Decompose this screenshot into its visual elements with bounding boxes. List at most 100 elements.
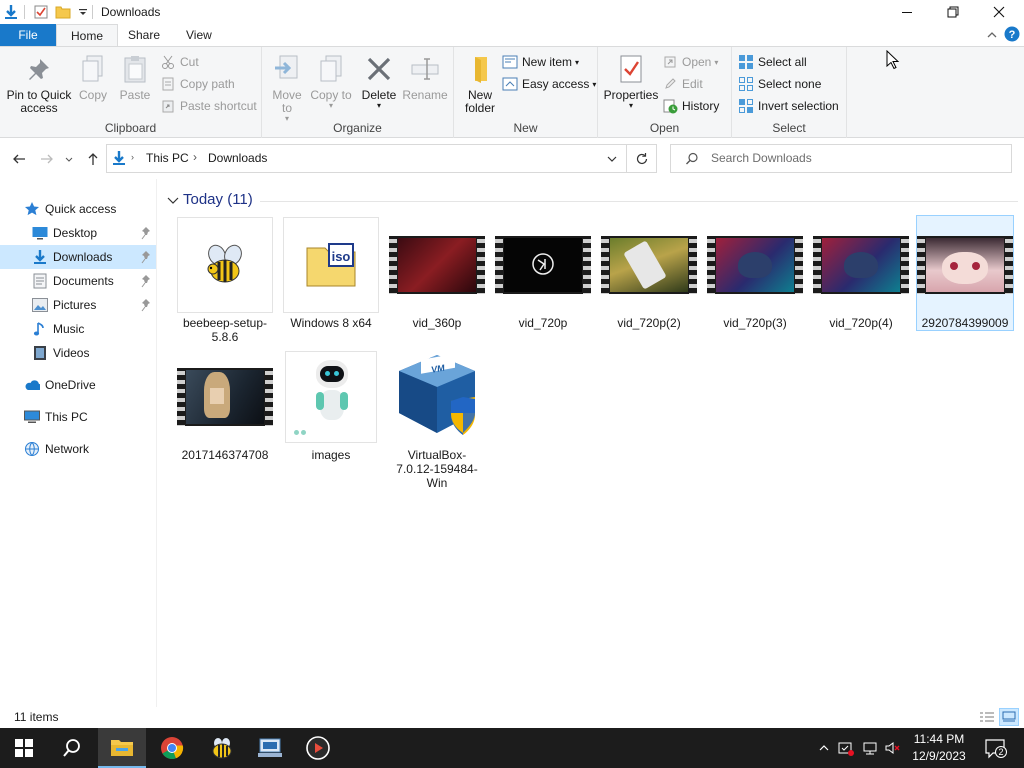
file-item[interactable]: 2017146374708 <box>176 349 274 462</box>
pin-icon[interactable] <box>140 250 152 264</box>
breadcrumb-this-pc[interactable]: This PC <box>146 151 189 165</box>
file-item[interactable]: vid_720p(2) <box>600 217 698 330</box>
select-none-button[interactable]: Select none <box>738 74 821 94</box>
nav-item-pictures[interactable]: Pictures <box>0 293 156 317</box>
pictures-icon <box>32 297 48 313</box>
select-all-button[interactable]: Select all <box>738 52 807 72</box>
file-item[interactable]: beebeep-setup-5.8.6 <box>176 217 274 344</box>
file-item[interactable]: VM VirtualBox-7.0.12-159484-Win <box>388 349 486 490</box>
copy-button[interactable]: Copy <box>74 53 112 102</box>
network-tray-icon[interactable] <box>862 740 878 756</box>
file-item[interactable]: images <box>282 349 380 462</box>
copy-to-button[interactable]: Copy to ▾ <box>310 53 352 110</box>
file-item[interactable]: 2920784399009 <box>916 215 1014 331</box>
file-item[interactable]: iso Windows 8 x64 <box>282 217 380 330</box>
beebeep-taskbar-button[interactable] <box>198 728 246 768</box>
file-item[interactable]: vid_360p <box>388 217 486 330</box>
select-all-icon <box>738 54 754 70</box>
search-box[interactable]: Search Downloads <box>670 144 1012 173</box>
tab-share[interactable]: Share <box>114 24 174 46</box>
pin-icon[interactable] <box>140 226 152 240</box>
up-button[interactable] <box>83 149 103 169</box>
svg-text:?: ? <box>1009 29 1016 41</box>
notifications-icon[interactable]: 2 <box>984 737 1007 759</box>
delete-button[interactable]: Delete ▾ <box>358 53 400 110</box>
video-thumbnail <box>177 349 273 445</box>
new-item-button[interactable]: New item ▾ <box>502 52 579 72</box>
forward-button[interactable] <box>37 149 57 169</box>
refresh-icon[interactable] <box>635 152 649 166</box>
file-item[interactable]: vid_720p <box>494 217 592 330</box>
paste-button[interactable]: Paste <box>116 53 154 102</box>
nav-item-music[interactable]: Music <box>0 317 156 341</box>
cut-label: Cut <box>180 55 199 69</box>
nav-label-quick-access: Quick access <box>45 202 117 216</box>
nav-item-videos[interactable]: Videos <box>0 341 156 365</box>
nav-item-downloads[interactable]: Downloads <box>0 245 156 269</box>
pin-icon[interactable] <box>140 298 152 312</box>
nav-item-onedrive[interactable]: OneDrive <box>0 373 156 397</box>
file-explorer-taskbar-button[interactable] <box>98 728 146 768</box>
properties-button[interactable]: Properties ▾ <box>602 53 660 110</box>
rename-button[interactable]: Rename <box>402 53 448 102</box>
new-folder-icon <box>464 53 496 85</box>
nav-item-this-pc[interactable]: This PC <box>0 405 156 429</box>
properties-quick-icon[interactable] <box>32 3 50 21</box>
tab-file[interactable]: File <box>0 24 56 46</box>
address-dropdown-icon[interactable] <box>605 152 619 166</box>
recent-locations-button[interactable] <box>62 149 76 169</box>
close-button[interactable] <box>976 0 1022 24</box>
paste-shortcut-button[interactable]: Paste shortcut <box>160 96 257 116</box>
clipboard-group: Pin to Quick access Copy Paste Cut Copy … <box>0 47 262 138</box>
tab-home[interactable]: Home <box>56 24 119 47</box>
paste-shortcut-label: Paste shortcut <box>180 99 257 113</box>
back-button[interactable] <box>9 149 29 169</box>
nav-label-pictures: Pictures <box>53 298 97 312</box>
new-folder-quick-icon[interactable] <box>54 3 72 21</box>
breadcrumb-downloads[interactable]: Downloads <box>208 151 267 165</box>
pin-to-quick-access-button[interactable]: Pin to Quick access <box>4 53 74 115</box>
history-label: History <box>682 99 720 113</box>
new-item-icon <box>502 54 518 70</box>
customize-toolbar-icon[interactable] <box>74 3 92 21</box>
show-hidden-icons-icon[interactable] <box>816 740 832 756</box>
volume-muted-icon[interactable] <box>884 740 900 756</box>
media-player-taskbar-button[interactable] <box>294 728 342 768</box>
move-to-button[interactable]: Move to ▾ <box>266 53 308 123</box>
video-thumbnail <box>707 217 803 313</box>
nav-item-network[interactable]: Network <box>0 437 156 461</box>
nav-item-documents[interactable]: Documents <box>0 269 156 293</box>
start-button[interactable] <box>0 728 48 768</box>
pin-icon[interactable] <box>140 274 152 288</box>
large-icons-view-icon[interactable] <box>999 708 1019 726</box>
nav-item-quick-access[interactable]: Quick access <box>0 197 156 221</box>
properties-icon <box>615 53 647 85</box>
chrome-taskbar-button[interactable] <box>148 728 196 768</box>
security-tray-icon[interactable] <box>838 740 854 756</box>
edit-button[interactable]: Edit <box>662 74 703 94</box>
history-button[interactable]: History <box>662 96 719 116</box>
copy-icon <box>77 53 109 85</box>
file-item[interactable]: vid_720p(3) <box>706 217 804 330</box>
search-taskbar-button[interactable] <box>48 728 96 768</box>
documents-icon <box>32 273 48 289</box>
minimize-button[interactable] <box>884 0 930 24</box>
details-view-icon[interactable] <box>978 709 996 725</box>
group-header[interactable]: Today (11) <box>166 191 253 208</box>
address-bar[interactable]: › This PC › Downloads <box>106 144 657 173</box>
open-button[interactable]: Open ▾ <box>662 52 718 72</box>
invert-selection-button[interactable]: Invert selection <box>738 96 839 116</box>
file-name: 2017146374708 <box>181 448 269 462</box>
cut-button[interactable]: Cut <box>160 52 199 72</box>
network-app-taskbar-button[interactable] <box>246 728 294 768</box>
maximize-button[interactable] <box>930 0 976 24</box>
copy-path-button[interactable]: Copy path <box>160 74 235 94</box>
help-icon[interactable]: ? <box>1004 26 1020 42</box>
easy-access-button[interactable]: Easy access ▾ <box>502 74 596 94</box>
file-item[interactable]: vid_720p(4) <box>812 217 910 330</box>
tab-view[interactable]: View <box>172 24 226 46</box>
clock[interactable]: 11:44 PM 12/9/2023 <box>906 731 972 765</box>
collapse-ribbon-icon[interactable] <box>985 28 999 42</box>
new-folder-button[interactable]: New folder <box>458 53 502 115</box>
nav-item-desktop[interactable]: Desktop <box>0 221 156 245</box>
